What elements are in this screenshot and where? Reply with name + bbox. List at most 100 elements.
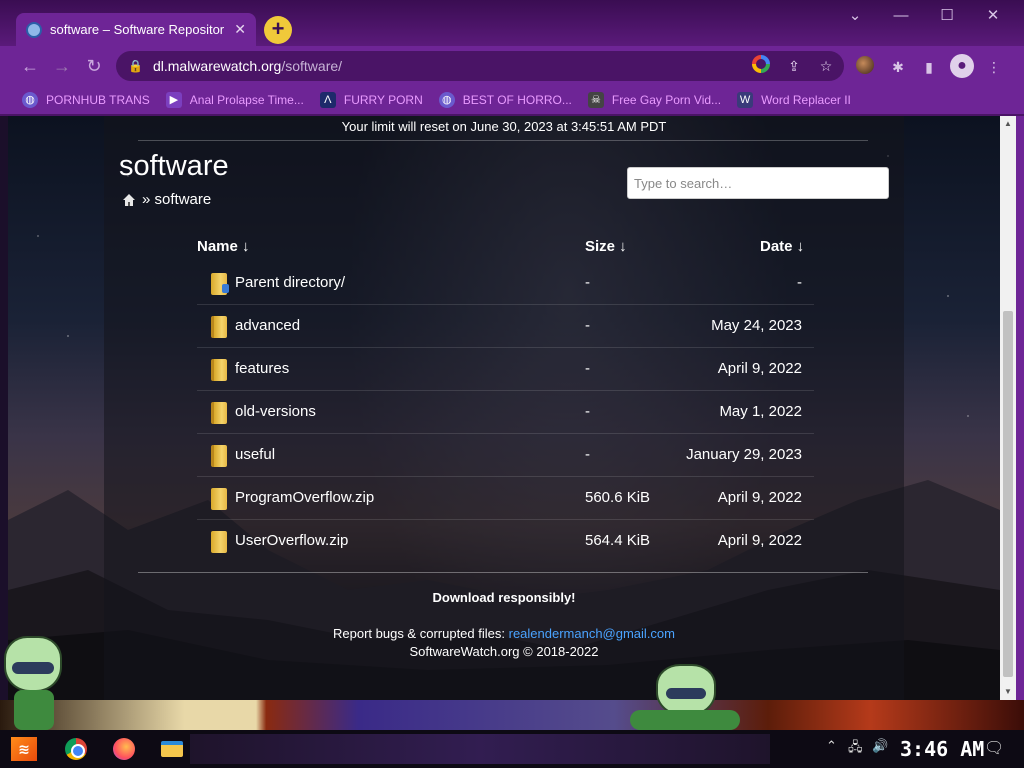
taskbar-decoration <box>190 734 770 764</box>
minimize-button[interactable]: — <box>878 4 924 28</box>
file-date: April 9, 2022 <box>717 489 802 506</box>
site-favicon-icon <box>26 21 42 38</box>
table-row[interactable]: UserOverflow.zip 564.4 KiB April 9, 2022 <box>197 520 814 563</box>
file-date: May 24, 2023 <box>711 317 802 334</box>
url-path: /software/ <box>281 58 343 74</box>
peridot-sticker-left <box>0 632 70 732</box>
file-name[interactable]: old-versions <box>235 403 316 420</box>
window-frame <box>1016 116 1024 700</box>
file-name[interactable]: useful <box>235 446 275 463</box>
page-scrollbar[interactable]: ▲ ▼ <box>1000 116 1016 700</box>
bookmark-item[interactable]: Λ FURRY PORN <box>319 92 423 108</box>
file-name[interactable]: advanced <box>235 317 300 334</box>
taskbar-chrome[interactable] <box>56 734 96 764</box>
report-email-link[interactable]: realendermanch@gmail.com <box>509 626 675 641</box>
folder-icon <box>211 445 227 467</box>
scroll-down-icon[interactable]: ▼ <box>1000 684 1016 700</box>
column-header-name[interactable]: Name ↓ <box>197 238 250 255</box>
bookmark-item[interactable]: ◍ PORNHUB TRANS <box>22 92 150 108</box>
menu-kebab-icon[interactable]: ⋮ <box>983 56 1005 78</box>
extension-avatar-icon[interactable] <box>856 56 874 74</box>
table-row[interactable]: Parent directory/ - - <box>197 262 814 305</box>
file-name[interactable]: ProgramOverflow.zip <box>235 489 374 506</box>
tab-software[interactable]: software – Software Repositor ✕ <box>16 13 256 46</box>
tray-chevron-icon[interactable]: ⌃ <box>826 738 837 754</box>
file-name[interactable]: Parent directory/ <box>235 274 345 291</box>
file-size: - <box>585 446 590 463</box>
start-icon: ≋ <box>11 737 37 761</box>
copyright: SoftwareWatch.org © 2018-2022 <box>409 644 599 659</box>
file-explorer-icon <box>161 741 183 757</box>
report-bugs-line: Report bugs & corrupted files: realender… <box>8 626 1000 641</box>
scroll-up-icon[interactable]: ▲ <box>1000 116 1016 132</box>
divider <box>138 572 868 573</box>
desktop-wallpaper-strip <box>0 700 1024 730</box>
page-viewport[interactable]: Your limit will reset on June 30, 2023 a… <box>8 116 1000 700</box>
profile-avatar-icon[interactable]: ● <box>950 54 974 78</box>
breadcrumb-separator: » <box>142 191 151 208</box>
reload-icon[interactable]: ↻ <box>82 54 106 78</box>
maximize-button[interactable]: ☐ <box>924 4 970 28</box>
new-tab-button[interactable]: + <box>264 16 292 44</box>
page-title: software <box>119 150 229 182</box>
table-row[interactable]: ProgramOverflow.zip 560.6 KiB April 9, 2… <box>197 477 814 520</box>
url-host: dl.malwarewatch.org <box>152 58 282 74</box>
file-date: April 9, 2022 <box>717 360 802 377</box>
share-icon[interactable]: ⇪ <box>783 55 805 77</box>
limit-notice: Your limit will reset on June 30, 2023 a… <box>341 119 667 134</box>
extensions-puzzle-icon[interactable]: ✱ <box>887 56 909 78</box>
breadcrumb: » software <box>122 191 211 208</box>
bookmark-item[interactable]: ☠ Free Gay Porn Vid... <box>587 92 721 108</box>
globe-icon: ◍ <box>438 92 455 108</box>
table-row[interactable]: old-versions - May 1, 2022 <box>197 391 814 434</box>
bookmark-item[interactable]: ▶ Anal Prolapse Time... <box>165 92 304 108</box>
close-window-button[interactable]: ✕ <box>970 4 1016 28</box>
home-icon[interactable] <box>122 193 136 207</box>
table-row[interactable]: advanced - May 24, 2023 <box>197 305 814 348</box>
google-lens-icon[interactable] <box>752 55 774 77</box>
bookmark-icon: ▶ <box>165 92 182 108</box>
back-arrow-icon[interactable]: ← <box>18 54 42 78</box>
address-bar[interactable]: 🔒 dl.malwarewatch.org/software/ <box>116 51 844 81</box>
folder-icon <box>211 316 227 338</box>
table-row[interactable]: features - April 9, 2022 <box>197 348 814 391</box>
notifications-icon[interactable]: 🗨 <box>984 738 1004 758</box>
column-header-size[interactable]: Size ↓ <box>585 238 627 255</box>
file-size: - <box>585 274 590 291</box>
taskbar-file-explorer[interactable] <box>152 734 192 764</box>
divider <box>138 140 868 141</box>
globe-icon: ◍ <box>22 92 38 108</box>
column-header-date[interactable]: Date ↓ <box>760 238 804 255</box>
parent-folder-icon <box>211 273 229 295</box>
bookmark-star-icon[interactable]: ☆ <box>815 55 837 77</box>
volume-icon[interactable]: 🔊 <box>872 738 888 754</box>
zip-file-icon <box>211 531 227 553</box>
scrollbar-thumb[interactable] <box>1003 311 1013 677</box>
folder-icon <box>211 359 227 381</box>
bookmark-item[interactable]: ◍ BEST OF HORRO... <box>438 92 572 108</box>
table-row[interactable]: useful - January 29, 2023 <box>197 434 814 477</box>
browser-titlebar: software – Software Repositor ✕ + ⌄ — ☐ … <box>0 0 1024 46</box>
system-clock[interactable]: 3:46 AM <box>900 737 984 761</box>
taskbar: ≋ ⌃ 🖧 🔊 3:46 AM 🗨 <box>0 730 1024 768</box>
breadcrumb-current[interactable]: software <box>155 191 212 208</box>
network-icon[interactable]: 🖧 <box>848 738 863 760</box>
file-size: - <box>585 317 590 334</box>
taskbar-firefox[interactable] <box>104 734 144 764</box>
lock-icon[interactable]: 🔒 <box>128 59 143 73</box>
side-panel-icon[interactable]: ▮ <box>918 56 940 78</box>
file-size: - <box>585 360 590 377</box>
file-name[interactable]: UserOverflow.zip <box>235 532 348 549</box>
tab-close-icon[interactable]: ✕ <box>234 21 246 38</box>
word-replacer-icon: W <box>737 92 754 108</box>
report-label: Report bugs & corrupted files: <box>333 626 505 641</box>
file-name[interactable]: features <box>235 360 289 377</box>
peridot-sticker-right <box>630 662 750 732</box>
search-input[interactable] <box>627 167 889 199</box>
forward-arrow-icon[interactable]: → <box>50 54 74 78</box>
bookmark-item[interactable]: W Word Replacer II <box>737 92 851 108</box>
start-button[interactable]: ≋ <box>4 734 44 764</box>
browser-toolbar: ← → ↻ 🔒 dl.malwarewatch.org/software/ ⇪ … <box>0 46 1024 86</box>
tab-search-icon[interactable]: ⌄ <box>832 4 878 28</box>
skull-icon: ☠ <box>587 92 604 108</box>
